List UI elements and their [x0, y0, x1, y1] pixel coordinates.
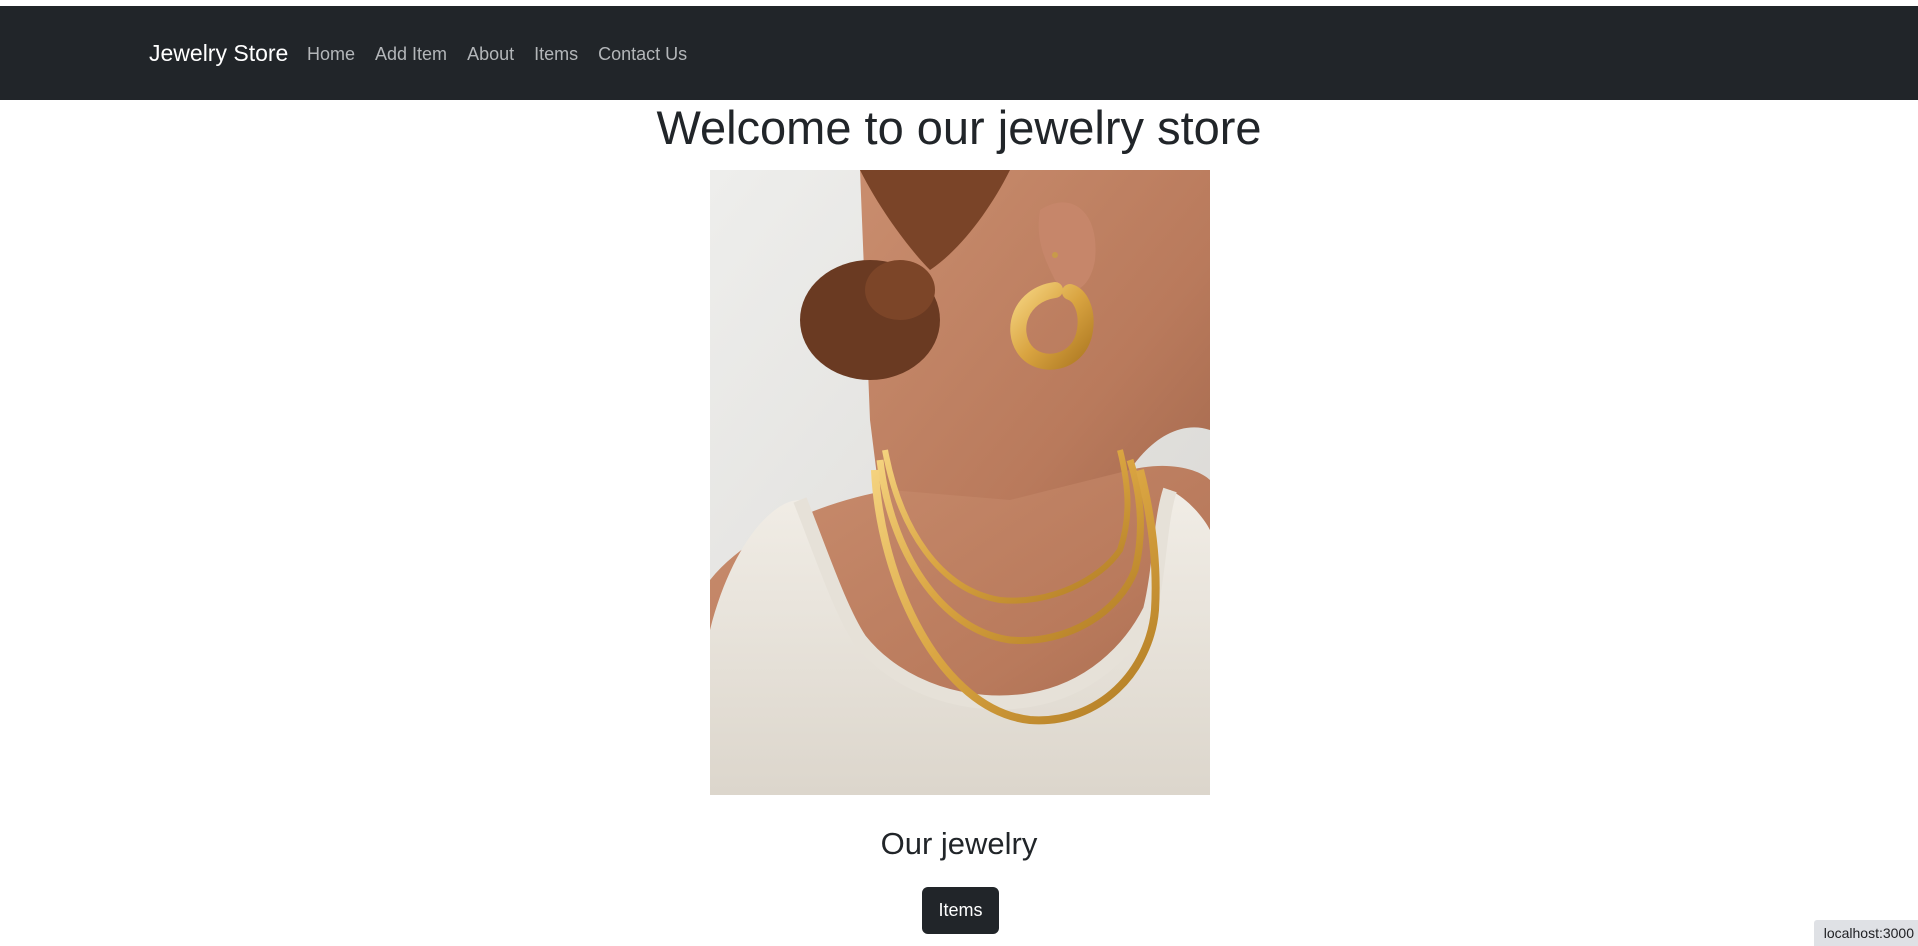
navbar: Jewelry Store Home Add Item About Items …	[0, 6, 1918, 100]
brand-link[interactable]: Jewelry Store	[149, 40, 288, 67]
nav-link-contact-us[interactable]: Contact Us	[598, 44, 687, 65]
nav-link-add-item[interactable]: Add Item	[375, 44, 447, 65]
nav-link-about[interactable]: About	[467, 44, 514, 65]
nav-link-home[interactable]: Home	[307, 44, 355, 65]
items-button[interactable]: Items	[922, 887, 999, 934]
hero-image	[710, 170, 1210, 795]
nav-links: Home Add Item About Items Contact Us	[307, 44, 687, 65]
section-heading: Our jewelry	[880, 826, 1038, 861]
status-bar-url: localhost:3000	[1813, 920, 1918, 946]
nav-link-items[interactable]: Items	[534, 44, 578, 65]
page-title: Welcome to our jewelry store	[656, 101, 1262, 154]
